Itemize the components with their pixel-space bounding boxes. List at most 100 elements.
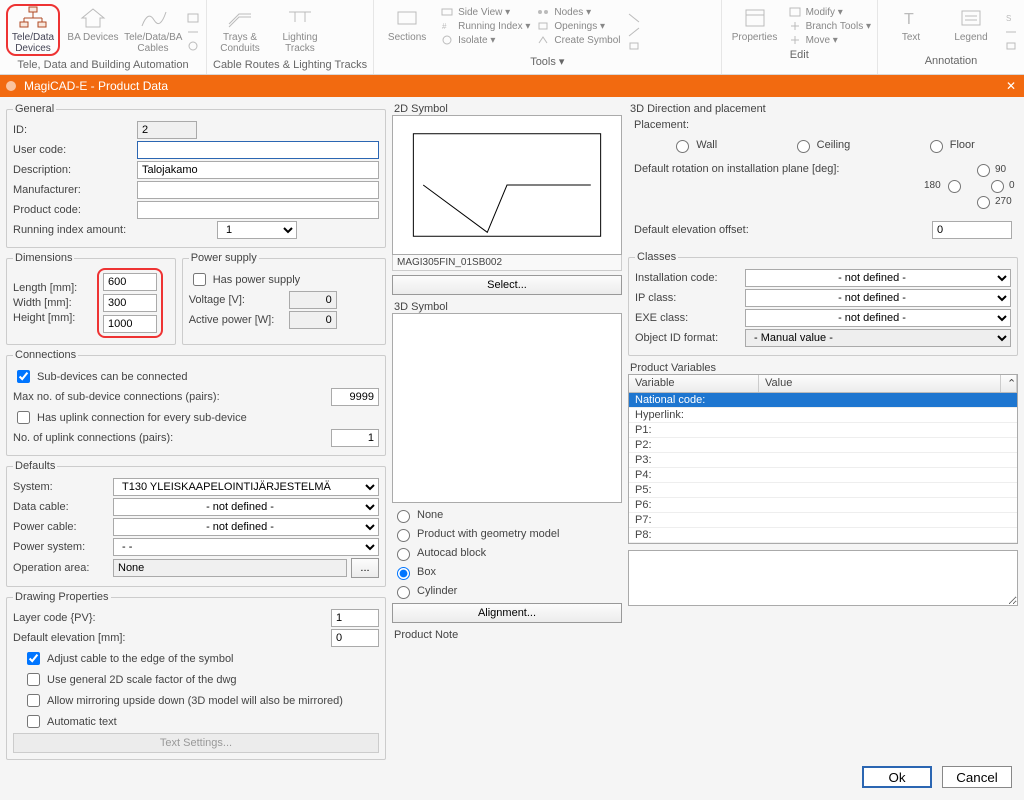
manufacturer-input[interactable] (137, 181, 379, 199)
sections-button[interactable]: Sections (380, 4, 434, 45)
layer-code-input[interactable] (331, 609, 379, 627)
radio-geometry[interactable]: Product with geometry model (392, 526, 622, 542)
elevation-offset-input[interactable] (932, 221, 1012, 239)
object-id-select[interactable]: - Manual value - (745, 329, 1011, 347)
openings-button[interactable]: Openings ▾ (536, 20, 620, 32)
rot-270[interactable] (977, 196, 990, 209)
sub-devices-checkbox[interactable] (17, 370, 30, 383)
pv-row[interactable]: P3: (629, 453, 1017, 468)
no-uplink-input[interactable] (331, 429, 379, 447)
nodes-button[interactable]: Nodes ▾ (536, 6, 620, 18)
legend-button[interactable]: Legend (944, 4, 998, 45)
symbol-2d-preview (392, 115, 622, 255)
cancel-button[interactable]: Cancel (942, 766, 1012, 788)
pv-row-selected[interactable]: National code: (629, 393, 1017, 408)
allow-mirror-checkbox[interactable] (27, 694, 40, 707)
tools-extra-3[interactable] (627, 40, 641, 52)
isolate-button[interactable]: Isolate ▾ (440, 34, 530, 46)
pv-row[interactable]: P8: (629, 528, 1017, 543)
ba-devices-label: BA Devices (67, 32, 118, 43)
installation-code-select[interactable]: - not defined - (745, 269, 1011, 287)
ribbon-extra-1[interactable] (186, 12, 200, 24)
adjust-cable-checkbox[interactable] (27, 652, 40, 665)
rot-180[interactable] (948, 180, 961, 193)
close-icon[interactable]: ✕ (1002, 79, 1020, 93)
ribbon-extra-2[interactable] (186, 26, 200, 38)
placement-ceiling[interactable]: Ceiling (792, 137, 851, 153)
ribbon-group-tools: Sections Side View ▾ #Running Index ▾ Is… (374, 0, 721, 74)
has-uplink-checkbox[interactable] (17, 411, 30, 424)
anno-extra-3[interactable] (1004, 40, 1018, 52)
system-select[interactable]: T130 YLEISKAAPELOINTIJÄRJESTELMÄ (113, 478, 379, 496)
user-code-input[interactable] (137, 141, 379, 159)
svg-text:S: S (1006, 14, 1011, 23)
pv-table-header: Variable Value ⌃ (629, 375, 1017, 393)
side-view-button[interactable]: Side View ▾ (440, 6, 530, 18)
use-general-2d-checkbox[interactable] (27, 673, 40, 686)
text-button[interactable]: T Text (884, 4, 938, 45)
radio-box[interactable]: Box (392, 564, 622, 580)
running-index-button[interactable]: #Running Index ▾ (440, 20, 530, 32)
pv-row[interactable]: P5: (629, 483, 1017, 498)
power-system-label: Power system: (13, 541, 109, 553)
placement-wall[interactable]: Wall (671, 137, 717, 153)
anno-extra-1[interactable]: S (1004, 12, 1018, 24)
product-note-textarea[interactable] (628, 550, 1018, 606)
pv-row[interactable]: P7: (629, 513, 1017, 528)
pv-col-value: Value (759, 375, 1001, 392)
symbol-2d-select-button[interactable]: Select... (392, 275, 622, 295)
ribbon-group-cable-label: Cable Routes & Lighting Tracks (213, 56, 367, 74)
voltage-input (289, 291, 337, 309)
dialog-footer: Ok Cancel (6, 760, 1018, 794)
ribbon-extra-3[interactable] (186, 40, 200, 52)
automatic-text-label: Automatic text (47, 716, 117, 728)
product-code-input[interactable] (137, 201, 379, 219)
automatic-text-checkbox[interactable] (27, 715, 40, 728)
dialog-titlebar: MagiCAD-E - Product Data ✕ (0, 75, 1024, 97)
running-index-select[interactable]: 1 (217, 221, 297, 239)
power-cable-select[interactable]: - not defined - (113, 518, 379, 536)
operation-area-browse-button[interactable]: ... (351, 558, 379, 578)
rot-0[interactable] (991, 180, 1004, 193)
anno-extra-2[interactable] (1004, 26, 1018, 38)
exe-class-select[interactable]: - not defined - (745, 309, 1011, 327)
branch-tools-button[interactable]: Branch Tools ▾ (788, 20, 871, 32)
tele-data-devices-button[interactable]: Tele/Data Devices (6, 4, 60, 56)
alignment-button[interactable]: Alignment... (392, 603, 622, 623)
description-input[interactable] (137, 161, 379, 179)
radio-autocad[interactable]: Autocad block (392, 545, 622, 561)
placement-floor[interactable]: Floor (925, 137, 975, 153)
max-sub-input[interactable] (331, 388, 379, 406)
create-symbol-button[interactable]: Create Symbol (536, 34, 620, 46)
ba-devices-button[interactable]: BA Devices (66, 4, 120, 45)
has-power-checkbox[interactable] (193, 273, 206, 286)
pv-row[interactable]: P6: (629, 498, 1017, 513)
power-system-select[interactable]: - - (113, 538, 379, 556)
rot-90[interactable] (977, 164, 990, 177)
default-elevation-input[interactable] (331, 629, 379, 647)
pv-row[interactable]: P1: (629, 423, 1017, 438)
ok-button[interactable]: Ok (862, 766, 932, 788)
lighting-tracks-button[interactable]: Lighting Tracks (273, 4, 327, 56)
length-input[interactable] (103, 273, 157, 291)
product-note-legend: Product Note (392, 629, 622, 641)
svg-text:#: # (442, 22, 447, 31)
trays-conduits-button[interactable]: Trays & Conduits (213, 4, 267, 56)
modify-button[interactable]: Modify ▾ (788, 6, 871, 18)
tools-extra-2[interactable] (627, 26, 641, 38)
data-cable-select[interactable]: - not defined - (113, 498, 379, 516)
properties-button[interactable]: Properties (728, 4, 782, 45)
radio-cylinder[interactable]: Cylinder (392, 583, 622, 599)
pv-row[interactable]: Hyperlink: (629, 408, 1017, 423)
height-input[interactable] (103, 315, 157, 333)
tele-data-ba-cables-button[interactable]: Tele/Data/BA Cables (126, 4, 180, 56)
width-input[interactable] (103, 294, 157, 312)
pv-row[interactable]: P2: (629, 438, 1017, 453)
pv-row[interactable]: P4: (629, 468, 1017, 483)
move-button[interactable]: Move ▾ (788, 34, 871, 46)
product-variables-table[interactable]: Variable Value ⌃ National code: Hyperlin… (628, 374, 1018, 544)
ip-class-select[interactable]: - not defined - (745, 289, 1011, 307)
radio-none[interactable]: None (392, 507, 622, 523)
tools-extra-1[interactable] (627, 12, 641, 24)
sub-devices-label: Sub-devices can be connected (37, 371, 187, 383)
